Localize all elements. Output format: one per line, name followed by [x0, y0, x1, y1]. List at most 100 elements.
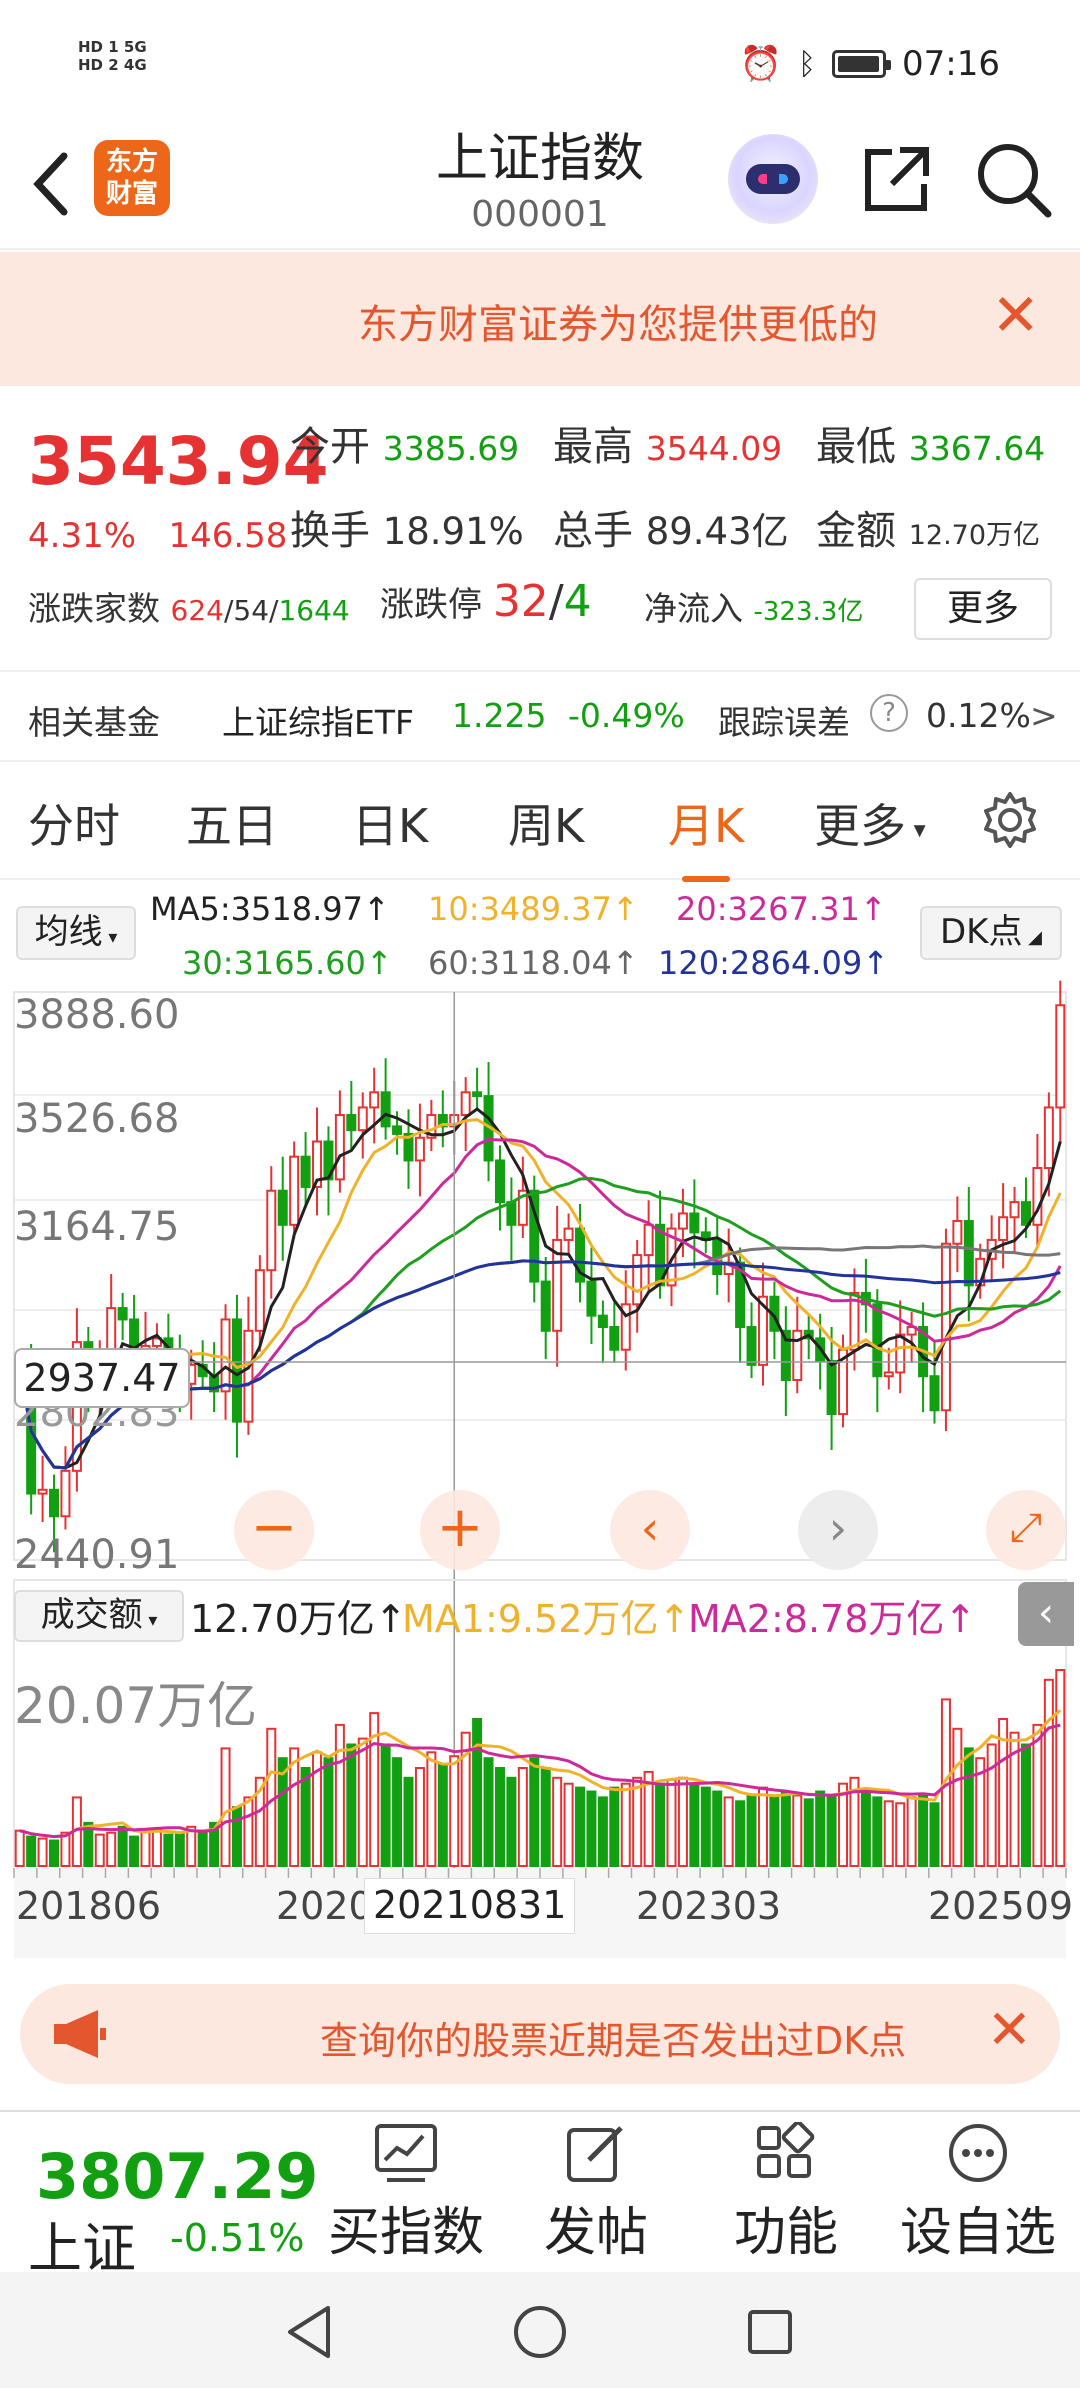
candle-down: [586, 1280, 597, 1317]
related-fund-row[interactable]: 相关基金 上证综指ETF 1.225 -0.49% 跟踪误差 ? 0.12% >: [0, 670, 1080, 762]
close-icon[interactable]: ✕: [991, 280, 1040, 350]
tab-five-day[interactable]: 五日: [186, 790, 278, 856]
nav-recents-icon[interactable]: [740, 2302, 800, 2362]
ma10-label: 10:3489.37↑: [428, 890, 639, 928]
change-amount: 146.58: [168, 516, 288, 556]
volume-bar-up: [517, 1767, 528, 1867]
candle-up: [60, 1469, 71, 1518]
candle-down: [392, 1125, 403, 1135]
volume-bar-up: [1032, 1723, 1043, 1867]
volume-bar-down: [803, 1798, 814, 1867]
volume-bar-down: [300, 1767, 311, 1867]
volume-bar-up: [357, 1737, 368, 1867]
candle-up: [334, 1114, 345, 1181]
collapse-panel-icon[interactable]: ‹: [1018, 1582, 1074, 1646]
candle-down: [746, 1326, 757, 1366]
index-ticker-value[interactable]: 3807.29: [36, 2142, 318, 2212]
volume-bar-up: [757, 1786, 768, 1867]
zoom-in-button[interactable]: +: [420, 1490, 500, 1570]
candle-down: [346, 1114, 357, 1132]
volume-bar-up: [37, 1837, 48, 1867]
fund-label: 相关基金: [28, 703, 160, 742]
settings-gear-icon[interactable]: [980, 790, 1040, 854]
volume-bar-down: [1020, 1743, 1031, 1867]
volume-bar-up: [895, 1802, 906, 1868]
y-label-top: 3888.60: [14, 992, 180, 1038]
candle-up: [1009, 1201, 1020, 1219]
price-panel-border: [13, 991, 1067, 1561]
volume-bar-up: [552, 1776, 563, 1867]
volume-bar-up: [334, 1723, 345, 1867]
scroll-left-button[interactable]: ‹: [610, 1490, 690, 1570]
nav-back-icon[interactable]: [280, 2302, 340, 2362]
search-icon[interactable]: [974, 140, 1054, 220]
volume-bar-down: [586, 1790, 597, 1868]
volume-bar-down: [918, 1794, 929, 1867]
volume-bar-up: [1043, 1678, 1054, 1867]
back-arrow-icon[interactable]: [26, 144, 86, 224]
tab-daily-k[interactable]: 日K: [352, 790, 428, 856]
volume-bar-up: [563, 1782, 574, 1867]
candle-up: [369, 1091, 380, 1109]
volume-bar-up: [414, 1767, 425, 1867]
volume-bar-up: [838, 1782, 849, 1867]
signal-indicators: HD 1 5G HD 2 4G: [78, 38, 147, 74]
volume-bar-down: [483, 1757, 494, 1868]
system-navigation-bar: [0, 2272, 1080, 2388]
candle-up: [357, 1106, 368, 1132]
ma30-label: 30:3165.60↑: [182, 944, 393, 982]
share-icon[interactable]: [862, 144, 932, 214]
dk-point-selector[interactable]: DK点 ◢: [920, 906, 1062, 960]
sim2-signal: HD 2 4G: [78, 56, 147, 74]
dk-query-banner[interactable]: 查询你的股票近期是否发出过DK点 ✕: [20, 1984, 1060, 2084]
volume-bar-down: [735, 1800, 746, 1868]
add-watchlist-button[interactable]: 设自选: [898, 2122, 1058, 2265]
volume-bar-down: [437, 1763, 448, 1868]
more-stats-button[interactable]: 更多: [914, 578, 1052, 640]
candle-down: [540, 1280, 551, 1332]
candle-up: [895, 1333, 906, 1374]
tab-intraday[interactable]: 分时: [28, 790, 120, 856]
candle-up: [414, 1136, 425, 1162]
bottom-toolbar: 3807.29 上证 -0.51% 买指数 发帖 功能 设自选: [0, 2110, 1080, 2280]
ma-selector[interactable]: 均线 ▾: [16, 906, 136, 960]
nav-home-icon[interactable]: [510, 2302, 570, 2362]
zoom-out-button[interactable]: −: [234, 1490, 314, 1570]
volume-bar-down: [506, 1776, 517, 1867]
chart-icon: [375, 2124, 437, 2182]
promo-banner[interactable]: 东方财富证券为您提供更低的 ✕: [0, 252, 1080, 386]
netflow-stat: 净流入 -323.3亿: [644, 589, 864, 628]
scroll-right-button[interactable]: ›: [798, 1490, 878, 1570]
candle-down: [609, 1326, 620, 1351]
candle-up: [220, 1318, 231, 1393]
ma5-label: MA5:3518.97↑: [150, 890, 390, 928]
fullscreen-icon[interactable]: ⤢: [986, 1490, 1066, 1570]
post-button[interactable]: 发帖: [516, 2122, 676, 2265]
period-tabs: 分时 五日 日K 周K 月K 更多 ▾: [0, 760, 1080, 882]
kline-chart[interactable]: 3888.60 3526.68 3164.75 2802.83 2440.91 …: [0, 980, 1080, 1980]
volume-selector[interactable]: 成交额 ▾: [14, 1590, 184, 1642]
x-label-5: 202509: [928, 1884, 1074, 1928]
fund-name: 上证综指ETF: [222, 703, 414, 742]
candle-down: [300, 1155, 311, 1188]
volume-bar-up: [426, 1751, 437, 1868]
dk-query-text: 查询你的股票近期是否发出过DK点: [320, 2019, 907, 2063]
low-stat: 最低 3367.64: [816, 424, 1046, 470]
volume-bar-down: [769, 1796, 780, 1868]
close-icon[interactable]: ✕: [987, 1998, 1032, 2061]
candle-up: [266, 1189, 277, 1272]
volume-bar-up: [1055, 1669, 1066, 1867]
tab-more[interactable]: 更多 ▾: [814, 790, 926, 856]
tab-weekly-k[interactable]: 周K: [508, 790, 584, 856]
candle-down: [380, 1091, 391, 1128]
volume-bar-down: [655, 1782, 666, 1867]
buy-index-button[interactable]: 买指数: [326, 2122, 486, 2265]
functions-button[interactable]: 功能: [706, 2122, 866, 2265]
volume-ma2: MA2:8.78万亿↑: [688, 1597, 977, 1641]
tracking-error-label: 跟踪误差: [718, 703, 850, 742]
y-label-3: 3164.75: [14, 1204, 180, 1250]
ai-assistant-icon[interactable]: [728, 134, 818, 224]
help-icon[interactable]: ?: [870, 694, 908, 732]
app-logo[interactable]: 东方 财富: [94, 140, 170, 216]
tab-monthly-k[interactable]: 月K: [668, 790, 744, 882]
